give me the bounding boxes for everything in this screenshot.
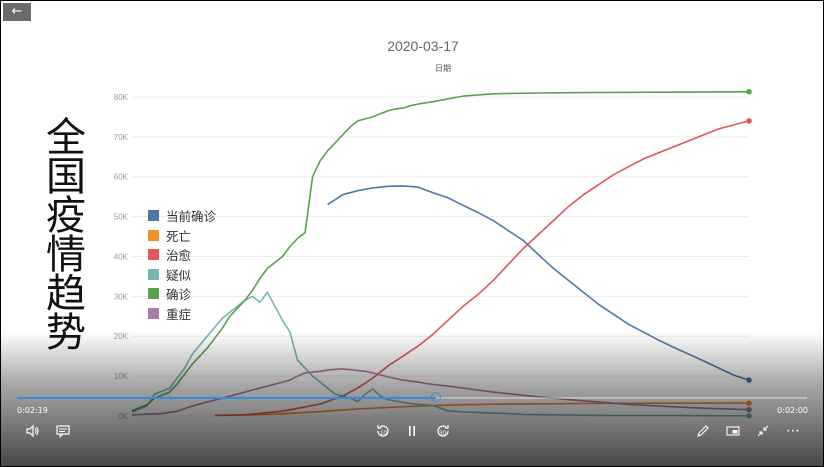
legend-label: 确诊: [166, 287, 192, 303]
chart-legend: 当前确诊 死亡 治愈 疑似 确诊 重症: [148, 206, 216, 323]
y-tick-label: 80K: [114, 93, 129, 102]
legend-swatch: [148, 249, 159, 261]
series-end-point: [746, 377, 752, 383]
y-tick-label: 20K: [114, 332, 129, 341]
chart-grid: [132, 96, 749, 417]
edit-button[interactable]: [693, 419, 713, 443]
series-end-point: [746, 406, 752, 413]
legend-item: 死亡: [148, 226, 216, 246]
chart-subtitle: 日期: [435, 64, 451, 73]
legend-swatch: [148, 288, 159, 300]
seek-progress: [17, 397, 436, 399]
slide-title-char: 情: [46, 232, 86, 278]
more-button[interactable]: ⋯: [783, 419, 803, 443]
legend-item: 当前确诊: [148, 206, 216, 226]
collapse-icon: [757, 425, 769, 436]
legend-label: 死亡: [166, 228, 192, 244]
legend-item: 疑似: [148, 265, 216, 285]
legend-item: 重症: [148, 304, 216, 324]
captions-button[interactable]: [53, 419, 73, 443]
player-controls: 10 30 ⋯: [1, 419, 823, 445]
skip-forward-button[interactable]: 30: [433, 419, 453, 443]
pause-icon: [409, 425, 415, 436]
seek-thumb[interactable]: [430, 392, 441, 402]
y-tick-label: 40K: [114, 252, 129, 261]
pause-button[interactable]: [403, 419, 421, 443]
captions-icon: [56, 424, 70, 438]
legend-item: 治愈: [148, 245, 216, 265]
series-line: [214, 120, 750, 417]
speaker-icon: [26, 424, 39, 437]
seek-bar[interactable]: [17, 392, 807, 402]
slide-title-char: 疫: [46, 193, 86, 239]
chart-title: 2020-03-17: [387, 38, 459, 54]
legend-swatch: [148, 268, 159, 280]
replay-icon: 10: [377, 424, 389, 437]
slide-title-char: 全: [46, 115, 86, 161]
mini-view-icon: [726, 425, 740, 436]
chart-series: [131, 88, 752, 419]
slide-title-char: 势: [46, 310, 86, 356]
slide-title-char: 国: [46, 154, 86, 200]
legend-item: 确诊: [148, 284, 216, 304]
y-tick-label: 10K: [114, 372, 129, 381]
legend-swatch: [148, 307, 159, 319]
legend-label: 疑似: [166, 267, 192, 283]
more-icon: ⋯: [786, 423, 800, 439]
legend-label: 治愈: [166, 248, 192, 264]
series-end-point: [746, 118, 752, 124]
y-tick-label: 30K: [114, 292, 129, 301]
y-axis: 0K10K20K30K40K50K60K70K80K: [114, 93, 129, 421]
y-tick-label: 70K: [114, 133, 129, 142]
collapse-button[interactable]: [753, 419, 773, 443]
y-tick-label: 50K: [114, 213, 129, 222]
remaining-time: 0:02:00: [777, 406, 808, 415]
volume-button[interactable]: [23, 419, 43, 443]
skip-back-label: 10: [380, 431, 387, 437]
forward-icon: 30: [437, 424, 449, 437]
legend-swatch: [148, 229, 159, 241]
arrow-left-icon: ←: [11, 4, 23, 19]
mini-view-button[interactable]: [723, 419, 743, 443]
pencil-icon: [697, 424, 709, 437]
slide-title-char: 趋: [46, 271, 86, 317]
series-end-point: [746, 400, 752, 406]
elapsed-time: 0:02:19: [17, 406, 48, 415]
series-line: [327, 185, 750, 381]
skip-forward-label: 30: [439, 431, 446, 437]
skip-back-button[interactable]: 10: [373, 419, 393, 443]
series-line: [131, 91, 750, 412]
back-button[interactable]: ←: [3, 3, 31, 21]
slide-title: 全 国 疫 情 趋 势: [41, 115, 91, 356]
legend-label: 当前确诊: [166, 209, 217, 225]
series-end-point: [746, 88, 752, 95]
y-tick-label: 60K: [114, 173, 129, 182]
legend-label: 重症: [166, 306, 192, 322]
video-frame: 2020-03-17 日期 0K 10K 20K 30K 40K 50K 60K 70K 80K…: [0, 0, 824, 467]
series-end-point: [746, 413, 752, 419]
legend-swatch: [148, 210, 159, 222]
